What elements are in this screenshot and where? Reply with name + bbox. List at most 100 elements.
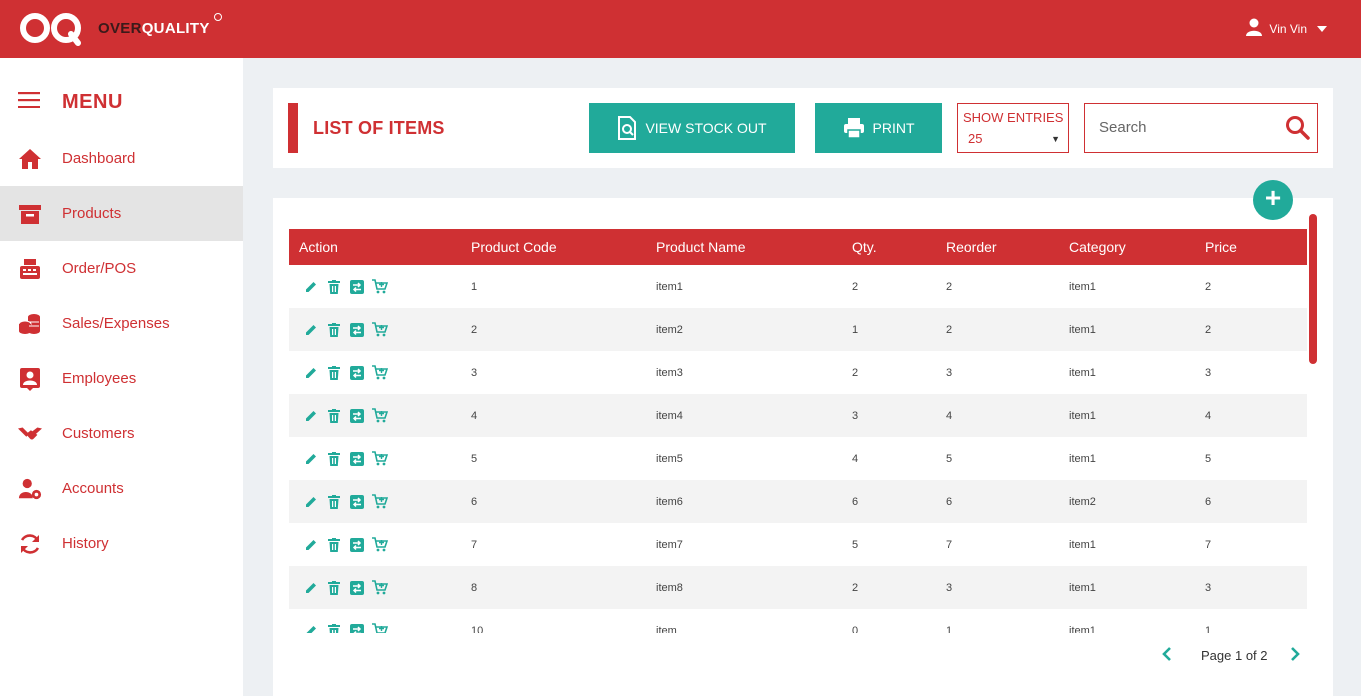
transfer-icon[interactable]	[349, 494, 365, 510]
edit-pencil-icon[interactable]	[303, 580, 319, 596]
show-entries-select[interactable]: SHOW ENTRIES 25 ▼	[957, 103, 1069, 153]
column-header-qty[interactable]: Qty.	[852, 229, 946, 265]
sidebar-item-history[interactable]: History	[0, 516, 243, 571]
cell-reorder: 1	[946, 624, 953, 634]
page-title: LIST OF ITEMS	[313, 118, 445, 138]
cell-price: 2	[1205, 323, 1212, 336]
delete-trash-icon[interactable]	[326, 408, 342, 424]
add-item-button[interactable]: +	[1253, 180, 1293, 220]
edit-pencil-icon[interactable]	[303, 365, 319, 381]
delete-trash-icon[interactable]	[326, 279, 342, 295]
user-menu[interactable]: Vin Vin	[1245, 18, 1327, 39]
edit-pencil-icon[interactable]	[303, 279, 319, 295]
edit-pencil-icon[interactable]	[303, 408, 319, 424]
cell-price: 5	[1205, 452, 1212, 465]
sidebar-item-dashboard[interactable]: Dashboard	[0, 131, 243, 186]
chevron-left-icon[interactable]	[1161, 646, 1173, 665]
table-row[interactable]: 5 item5 4 5 item1 5	[289, 437, 1307, 480]
transfer-icon[interactable]	[349, 408, 365, 424]
table-row[interactable]: 10 item 0 1 item1 1	[289, 609, 1307, 633]
hamburger-icon[interactable]	[18, 92, 40, 113]
table-scroll-area: Action Product Code Product Name Qty. Re…	[289, 229, 1307, 633]
column-header-reorder[interactable]: Reorder	[946, 229, 1069, 265]
add-to-cart-icon[interactable]	[372, 408, 388, 424]
search-icon[interactable]	[1285, 115, 1311, 146]
cell-price: 3	[1205, 366, 1212, 379]
logo: OVER QUALITY	[18, 10, 222, 46]
cell-qty: 2	[852, 280, 859, 293]
cell-product-code: 5	[471, 452, 478, 465]
delete-trash-icon[interactable]	[326, 451, 342, 467]
table-row[interactable]: 6 item6 6 6 item2 6	[289, 480, 1307, 523]
table-row[interactable]: 2 item2 1 2 item1 2	[289, 308, 1307, 351]
id-badge-icon	[18, 367, 42, 391]
cell-qty: 3	[852, 409, 859, 422]
view-stock-out-button[interactable]: VIEW STOCK OUT	[589, 103, 795, 153]
table-row[interactable]: 1 item1 2 2 item1 2	[289, 265, 1307, 308]
transfer-icon[interactable]	[349, 580, 365, 596]
print-button[interactable]: PRINT	[815, 103, 942, 153]
row-actions	[289, 394, 471, 437]
logo-mark-icon	[18, 10, 90, 46]
edit-pencil-icon[interactable]	[303, 537, 319, 553]
delete-trash-icon[interactable]	[326, 537, 342, 553]
delete-trash-icon[interactable]	[326, 494, 342, 510]
sidebar-item-label: Sales/Expenses	[62, 315, 170, 332]
column-header-product-name[interactable]: Product Name	[656, 229, 852, 265]
row-actions	[289, 480, 471, 523]
cell-qty: 5	[852, 538, 859, 551]
transfer-icon[interactable]	[349, 623, 365, 633]
table-row[interactable]: 8 item8 2 3 item1 3	[289, 566, 1307, 609]
add-to-cart-icon[interactable]	[372, 365, 388, 381]
search-box	[1084, 103, 1318, 153]
cell-product-code: 1	[471, 280, 478, 293]
sidebar-item-order-pos[interactable]: Order/POS	[0, 241, 243, 296]
transfer-icon[interactable]	[349, 537, 365, 553]
top-bar: OVER QUALITY Vin Vin	[0, 0, 1361, 58]
transfer-icon[interactable]	[349, 279, 365, 295]
add-to-cart-icon[interactable]	[372, 451, 388, 467]
edit-pencil-icon[interactable]	[303, 623, 319, 633]
table-row[interactable]: 3 item3 2 3 item1 3	[289, 351, 1307, 394]
sidebar-item-label: Customers	[62, 425, 135, 442]
cell-price: 7	[1205, 538, 1212, 551]
column-header-category[interactable]: Category	[1069, 229, 1205, 265]
table-row[interactable]: 4 item4 3 4 item1 4	[289, 394, 1307, 437]
menu-title: MENU	[62, 91, 123, 113]
add-to-cart-icon[interactable]	[372, 623, 388, 633]
column-header-price[interactable]: Price	[1205, 229, 1307, 265]
vertical-scrollbar[interactable]	[1309, 214, 1317, 364]
sidebar-item-products[interactable]: Products	[0, 186, 243, 241]
transfer-icon[interactable]	[349, 365, 365, 381]
row-actions	[289, 523, 471, 566]
add-to-cart-icon[interactable]	[372, 279, 388, 295]
edit-pencil-icon[interactable]	[303, 451, 319, 467]
delete-trash-icon[interactable]	[326, 322, 342, 338]
delete-trash-icon[interactable]	[326, 623, 342, 633]
search-input[interactable]	[1099, 119, 1269, 136]
add-to-cart-icon[interactable]	[372, 322, 388, 338]
add-to-cart-icon[interactable]	[372, 580, 388, 596]
chevron-right-icon[interactable]	[1289, 646, 1301, 665]
add-to-cart-icon[interactable]	[372, 494, 388, 510]
sidebar-item-accounts[interactable]: Accounts	[0, 461, 243, 516]
edit-pencil-icon[interactable]	[303, 494, 319, 510]
cell-product-name: item7	[656, 538, 683, 551]
cell-qty: 1	[852, 323, 859, 336]
sidebar-item-sales-expenses[interactable]: Sales/Expenses	[0, 296, 243, 351]
show-entries-value: 25	[968, 131, 983, 146]
cell-category: item1	[1069, 624, 1096, 634]
delete-trash-icon[interactable]	[326, 580, 342, 596]
column-header-product-code[interactable]: Product Code	[471, 229, 656, 265]
delete-trash-icon[interactable]	[326, 365, 342, 381]
sidebar-item-customers[interactable]: Customers	[0, 406, 243, 461]
edit-pencil-icon[interactable]	[303, 322, 319, 338]
table-row[interactable]: 7 item7 5 7 item1 7	[289, 523, 1307, 566]
add-to-cart-icon[interactable]	[372, 537, 388, 553]
sidebar-item-employees[interactable]: Employees	[0, 351, 243, 406]
cell-product-name: item1	[656, 280, 683, 293]
transfer-icon[interactable]	[349, 451, 365, 467]
transfer-icon[interactable]	[349, 322, 365, 338]
printer-icon	[843, 117, 865, 139]
pagination: Page 1 of 2	[1153, 646, 1303, 666]
